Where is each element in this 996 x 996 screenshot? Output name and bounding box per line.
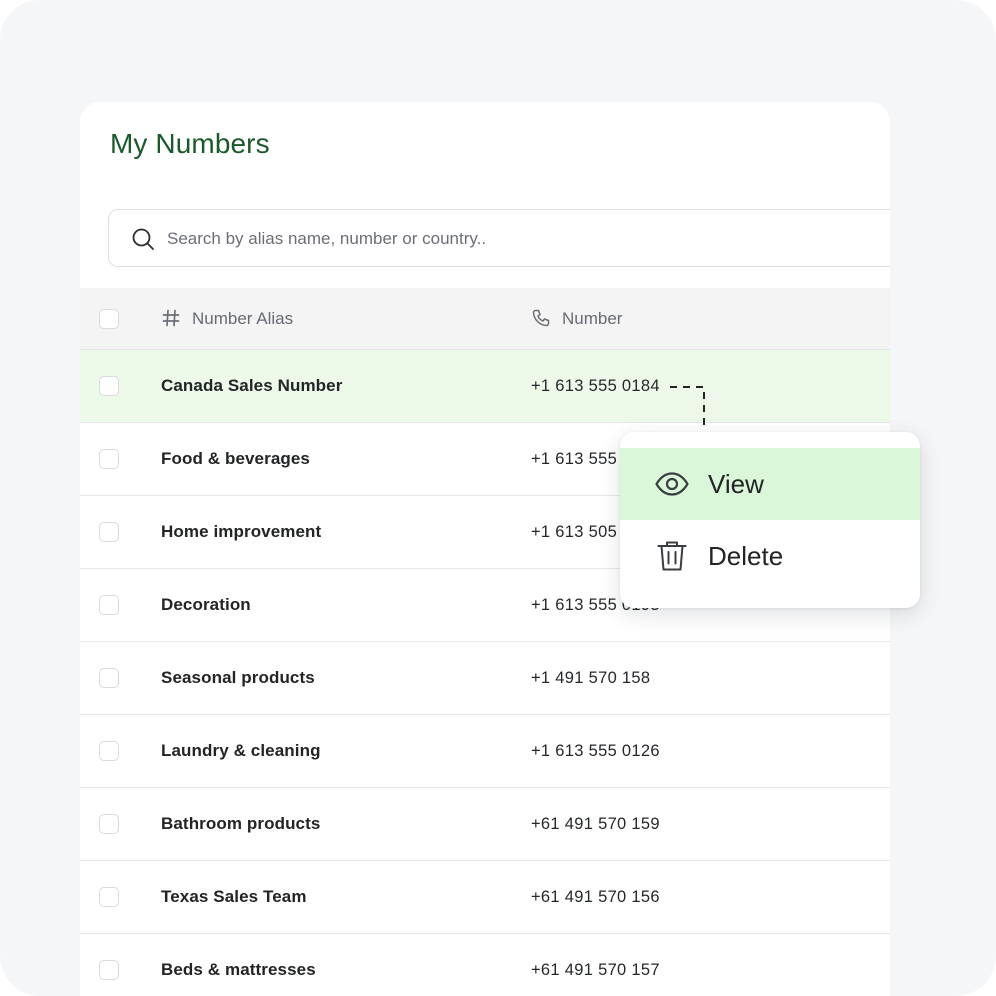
row-context-menu: View Delete (620, 432, 920, 608)
row-checkbox[interactable] (99, 814, 119, 834)
table-row[interactable]: Laundry & cleaning +1 613 555 0126 (80, 715, 890, 788)
row-checkbox[interactable] (99, 960, 119, 980)
phone-number: +61 491 570 156 (531, 888, 660, 906)
row-checkbox[interactable] (99, 595, 119, 615)
number-alias: Decoration (161, 595, 251, 614)
phone-icon (532, 309, 550, 327)
number-alias: Texas Sales Team (161, 887, 307, 906)
page-title: My Numbers (110, 128, 270, 159)
column-header-number[interactable]: Number (562, 288, 622, 350)
table-row[interactable]: Bathroom products +61 491 570 159 (80, 788, 890, 861)
row-checkbox[interactable] (99, 449, 119, 469)
phone-number: +1 613 555 0184 (531, 377, 660, 395)
row-checkbox[interactable] (99, 887, 119, 907)
phone-number: +61 491 570 159 (531, 815, 660, 833)
row-checkbox[interactable] (99, 522, 119, 542)
number-alias: Laundry & cleaning (161, 741, 321, 760)
phone-number: +61 491 570 157 (531, 961, 660, 979)
delete-label: Delete (708, 541, 784, 571)
select-all-checkbox[interactable] (99, 309, 119, 329)
app-background: My Numbers Number Alias Number (0, 0, 996, 996)
table-row[interactable]: Texas Sales Team +61 491 570 156 (80, 861, 890, 934)
number-alias: Food & beverages (161, 449, 310, 468)
phone-number: +1 491 570 158 (531, 669, 651, 687)
delete-menu-item[interactable]: Delete (620, 520, 920, 592)
search-icon (132, 228, 154, 250)
search-input[interactable] (165, 210, 869, 268)
eye-icon (655, 472, 689, 496)
search-box[interactable] (108, 209, 890, 268)
table-row[interactable]: Beds & mattresses +61 491 570 157 (80, 934, 890, 996)
table-row[interactable]: Seasonal products +1 491 570 158 (80, 642, 890, 715)
phone-number: +1 613 555 0126 (531, 742, 660, 760)
view-menu-item[interactable]: View (620, 448, 920, 520)
number-alias: Beds & mattresses (161, 960, 316, 979)
row-checkbox[interactable] (99, 741, 119, 761)
view-label: View (708, 469, 764, 499)
number-alias: Bathroom products (161, 814, 321, 833)
hash-icon (162, 309, 180, 327)
row-checkbox[interactable] (99, 668, 119, 688)
number-alias: Home improvement (161, 522, 322, 541)
table-header: Number Alias Number (80, 288, 890, 350)
table-row[interactable]: Canada Sales Number +1 613 555 0184 (80, 350, 890, 423)
trash-icon (657, 541, 687, 571)
row-checkbox[interactable] (99, 376, 119, 396)
number-alias: Canada Sales Number (161, 376, 343, 395)
column-header-alias[interactable]: Number Alias (192, 288, 293, 350)
number-alias: Seasonal products (161, 668, 315, 687)
